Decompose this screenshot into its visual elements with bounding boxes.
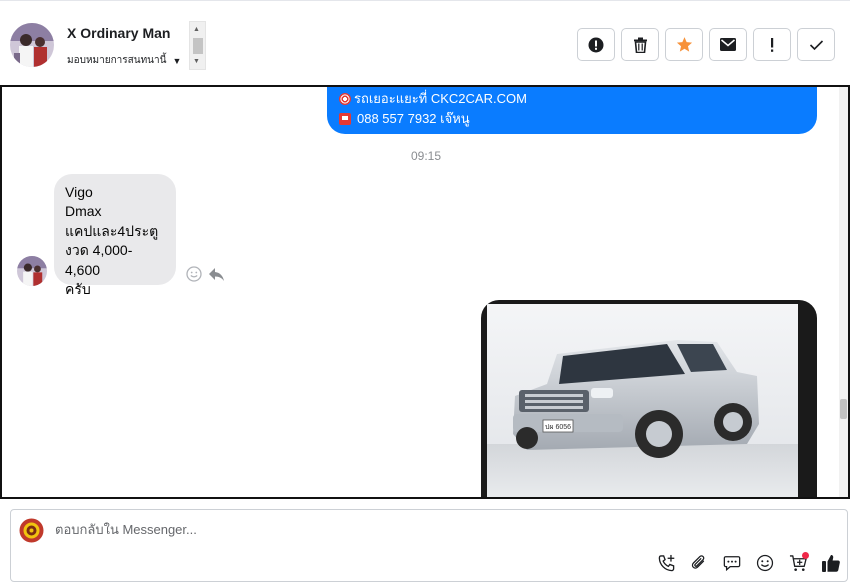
outgoing-message-bubble[interactable]: รถเยอะแยะที่ CKC2CAR.COM 088 557 7932 เจ… (327, 87, 817, 134)
reply-input[interactable] (55, 522, 655, 537)
attach-button[interactable] (688, 552, 710, 574)
incoming-line: แคปและ4ประตู (65, 222, 159, 239)
header-scrollbar[interactable]: ▲ ▼ (189, 21, 206, 70)
incoming-line: Dmax (65, 203, 102, 220)
star-icon (676, 37, 692, 52)
react-smiley-icon[interactable] (186, 266, 202, 282)
paperclip-icon (691, 555, 705, 569)
mark-unread-button[interactable] (709, 28, 747, 61)
scroll-thumb[interactable] (193, 38, 203, 54)
reply-arrow-icon[interactable] (208, 267, 225, 282)
shop-button[interactable] (787, 552, 809, 574)
emoji-button[interactable] (754, 552, 776, 574)
pager-emoji-icon (339, 113, 351, 125)
notification-dot (802, 552, 809, 559)
svg-text:ปผ 6056: ปผ 6056 (545, 424, 571, 431)
pickup-truck-photo: ปผ 6056 (487, 304, 798, 497)
chat-bubble-icon (723, 556, 741, 572)
incoming-line: งวด 4,000-4,600 (65, 242, 133, 278)
composer-toolbar (655, 552, 842, 574)
page-logo-avatar (19, 518, 44, 543)
phone-plus-icon (658, 554, 674, 571)
check-icon (809, 39, 823, 50)
assign-label: มอบหมายการสนทนานี้ (67, 55, 167, 66)
assign-conversation-dropdown[interactable]: มอบหมายการสนทนานี้ ▼ (67, 53, 181, 68)
thread-scrollbar[interactable] (839, 87, 848, 497)
message-actions (186, 266, 225, 282)
header-actions (577, 28, 835, 61)
star-button[interactable] (665, 28, 703, 61)
saved-replies-button[interactable] (721, 552, 743, 574)
thumbs-up-icon (822, 555, 840, 572)
like-button[interactable] (820, 552, 842, 574)
message-timestamp: 09:15 (410, 149, 442, 163)
incoming-message-bubble[interactable]: Vigo Dmax แคปและ4ประตู งวด 4,000-4,600 ค… (54, 174, 176, 297)
reply-composer (10, 509, 848, 582)
alert-circle-icon (588, 37, 604, 52)
sender-avatar[interactable] (17, 256, 47, 286)
emoji-icon (756, 554, 774, 572)
contact-avatar[interactable] (10, 23, 54, 67)
important-button[interactable] (753, 28, 791, 61)
scroll-down-icon[interactable]: ▼ (193, 58, 200, 66)
image-message[interactable]: ปผ 6056 (481, 300, 817, 497)
done-button[interactable] (797, 28, 835, 61)
report-button[interactable] (577, 28, 615, 61)
conversation-header: X Ordinary Man มอบหมายการสนทนานี้ ▼ ▲ ▼ (0, 0, 850, 86)
target-emoji-icon (339, 93, 351, 105)
scroll-up-icon[interactable]: ▲ (193, 26, 200, 34)
delete-button[interactable] (621, 28, 659, 61)
trash-icon (633, 37, 647, 53)
envelope-icon (720, 38, 736, 51)
incoming-line: ครับ (65, 281, 91, 298)
outgoing-line-1: รถเยอะแยะที่ CKC2CAR.COM (354, 91, 527, 106)
thread-scroll-thumb[interactable] (840, 399, 847, 419)
call-add-button[interactable] (655, 552, 677, 574)
message-thread[interactable]: รถเยอะแยะที่ CKC2CAR.COM 088 557 7932 เจ… (0, 85, 850, 499)
outgoing-line-2: 088 557 7932 เจ๊หนู (357, 111, 470, 126)
exclamation-icon (771, 37, 774, 52)
caret-down-icon: ▼ (172, 55, 182, 66)
contact-name[interactable]: X Ordinary Man (67, 25, 170, 41)
incoming-line: Vigo (65, 184, 93, 200)
